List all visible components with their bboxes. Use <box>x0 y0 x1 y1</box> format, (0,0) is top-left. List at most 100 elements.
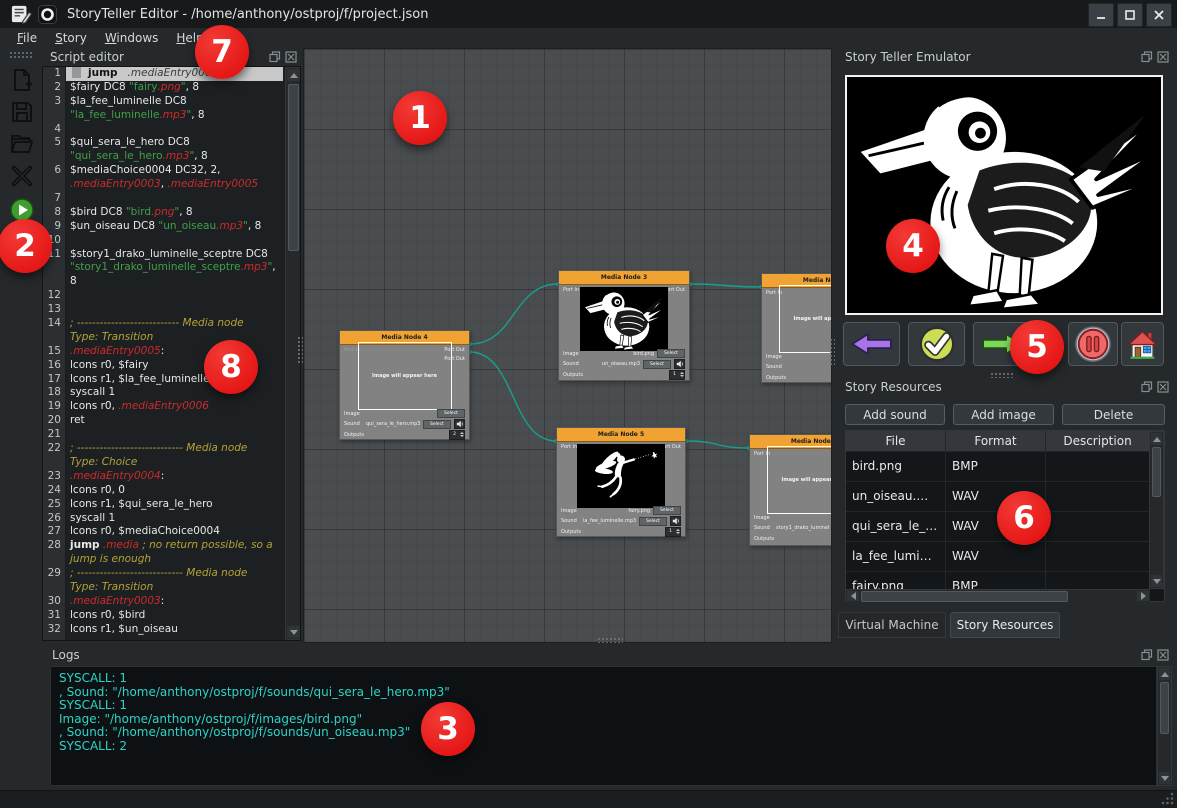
select-image-button[interactable]: Select <box>657 349 685 358</box>
image-placeholder-text: Image will appear here <box>372 373 437 379</box>
media-node-4[interactable]: Media Node 4Port InPort OutPort OutImage… <box>339 330 470 440</box>
media-node-5[interactable]: Media Node 5Port InPort OutImagefairy.pn… <box>556 427 686 537</box>
speaker-icon[interactable] <box>674 359 685 369</box>
select-sound-button[interactable]: Select <box>639 517 667 526</box>
close-dock-icon[interactable] <box>1157 381 1169 393</box>
delete-button[interactable]: Delete <box>1062 404 1165 425</box>
select-sound-button[interactable]: Select <box>423 420 451 429</box>
image-label: Image <box>563 351 582 357</box>
current-line-marker <box>72 67 81 78</box>
menu-windows[interactable]: Windows <box>96 29 168 47</box>
close-dock-icon[interactable] <box>285 51 297 63</box>
table-vscrollbar[interactable] <box>1149 431 1164 589</box>
scroll-up-icon[interactable] <box>1159 668 1170 680</box>
float-dock-icon[interactable] <box>1141 381 1153 393</box>
scroll-down-icon[interactable] <box>1151 575 1162 587</box>
save-button[interactable] <box>8 98 35 125</box>
speaker-icon[interactable] <box>670 516 681 526</box>
scroll-up-icon[interactable] <box>287 69 300 81</box>
code-line: lcons r0, .mediaEntry0006 <box>66 400 283 414</box>
add-image-button[interactable]: Add image <box>953 404 1054 425</box>
float-dock-icon[interactable] <box>1141 51 1153 63</box>
float-dock-icon[interactable] <box>1141 649 1153 661</box>
speaker-icon[interactable] <box>454 419 465 429</box>
tab-virtual-machine[interactable]: Virtual Machine <box>838 612 946 638</box>
splitter-editor-canvas[interactable] <box>297 336 303 364</box>
arrow-left-icon <box>849 329 895 359</box>
line-number: 29 <box>43 567 65 581</box>
node-connection[interactable] <box>690 284 761 287</box>
port-in[interactable]: Port In <box>563 286 579 294</box>
scroll-down-icon[interactable] <box>287 626 300 638</box>
image-label: Image <box>766 354 785 360</box>
close-project-button[interactable] <box>8 162 35 189</box>
column-header-description[interactable]: Description <box>1046 431 1150 451</box>
splitter-canvas-logs[interactable] <box>597 637 623 643</box>
table-hscrollbar[interactable] <box>846 589 1150 602</box>
editor-scrollbar-thumb[interactable] <box>288 84 299 251</box>
add-sound-button[interactable]: Add sound <box>845 404 945 425</box>
scroll-right-icon[interactable] <box>1137 591 1149 601</box>
minimize-button[interactable] <box>1088 3 1114 27</box>
outputs-label: Outputs <box>563 372 582 378</box>
node-title[interactable]: Media Node 3 <box>559 271 689 285</box>
maximize-button[interactable] <box>1117 3 1143 27</box>
sound-label: Sound <box>344 421 363 427</box>
logs-title: Logs <box>52 648 80 662</box>
outputs-spinner[interactable]: 1 <box>669 370 685 380</box>
sound-value: un_oiseau.mp3 <box>585 361 640 367</box>
node-canvas[interactable]: Media Node 4Port InPort OutPort OutImage… <box>303 48 832 643</box>
resize-grip-icon[interactable] <box>1160 791 1175 805</box>
close-dock-icon[interactable] <box>1157 51 1169 63</box>
image-row: Imagebird.pngSelect <box>559 349 689 358</box>
outputs-spinner[interactable]: 2 <box>449 430 465 440</box>
table-vscrollbar-thumb[interactable] <box>1152 447 1161 497</box>
fairy-thumbnail <box>577 444 665 508</box>
logs-scrollbar-thumb[interactable] <box>1160 682 1169 734</box>
close-button[interactable] <box>1146 3 1172 27</box>
code-line: "la_fee_luminelle.mp3", 8 <box>66 109 283 123</box>
media-node-6[interactable]: Media Node 6Port InPort OutImage will ap… <box>749 434 832 546</box>
code-line: $bird DC8 "bird.png", 8 <box>66 206 283 220</box>
column-header-format[interactable]: Format <box>946 431 1046 451</box>
port-in[interactable]: Port In <box>561 443 577 451</box>
logs-scrollbar[interactable] <box>1157 666 1172 786</box>
scroll-left-icon[interactable] <box>847 591 859 601</box>
scroll-down-icon[interactable] <box>1159 772 1170 784</box>
splitter-canvas-right[interactable] <box>829 338 835 366</box>
annotation-circle-3: 3 <box>421 702 475 756</box>
column-header-file[interactable]: File <box>846 431 946 451</box>
select-image-button[interactable]: Select <box>437 409 465 418</box>
close-dock-icon[interactable] <box>1157 649 1169 661</box>
code-line: .mediaEntry0003: <box>66 595 283 609</box>
node-connection[interactable] <box>686 441 749 448</box>
code-line: jump .mediaEntry0004 <box>66 67 283 81</box>
outputs-spinner[interactable]: 1 <box>665 527 681 537</box>
tab-story-resources[interactable]: Story Resources <box>950 612 1060 638</box>
select-image-button[interactable]: Select <box>653 506 681 515</box>
image-row: ImageSelect <box>762 352 832 361</box>
table-row[interactable]: bird.pngBMP <box>846 451 1150 482</box>
float-dock-icon[interactable] <box>269 51 281 63</box>
previous-button[interactable] <box>843 322 900 366</box>
pause-button[interactable] <box>1068 322 1118 366</box>
node-title[interactable]: Media Node 5 <box>557 428 685 442</box>
table-row[interactable]: la_fee_luminelle.mp3WAV <box>846 541 1150 572</box>
script-editor[interactable]: 1234567891011121314151617181920212223242… <box>42 66 301 641</box>
table-hscrollbar-thumb[interactable] <box>861 591 1068 602</box>
menu-story[interactable]: Story <box>46 29 96 47</box>
new-file-button[interactable] <box>8 66 35 93</box>
media-node-3[interactable]: Media Node 3Port InPort OutImagebird.png… <box>558 270 690 381</box>
home-button[interactable] <box>1121 322 1164 366</box>
menu-file[interactable]: File <box>8 29 46 47</box>
media-node-2[interactable]: Media Node 2Port InPort OutImage will ap… <box>761 273 832 383</box>
toolbar-drag-handle[interactable] <box>9 51 34 58</box>
scroll-up-icon[interactable] <box>1151 433 1162 445</box>
code-line: Type: Transition <box>66 331 283 345</box>
node-connection[interactable] <box>470 284 558 344</box>
node-connection[interactable] <box>470 352 556 441</box>
code-line <box>66 234 283 248</box>
open-project-button[interactable] <box>8 130 35 157</box>
ok-button[interactable] <box>908 322 965 366</box>
select-sound-button[interactable]: Select <box>643 360 671 369</box>
